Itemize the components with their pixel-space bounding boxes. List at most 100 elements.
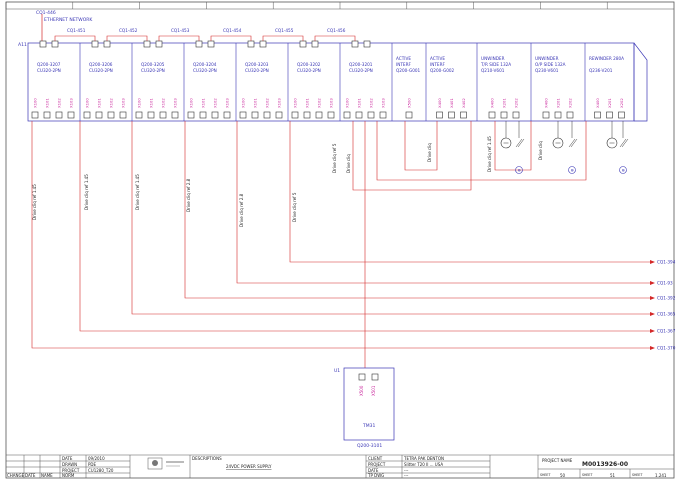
tb-drawn-label: DRAWN bbox=[62, 462, 77, 467]
port-label: X103 bbox=[225, 98, 230, 108]
ring-link bbox=[262, 35, 304, 41]
port-x100 bbox=[239, 111, 247, 119]
ring-label: CQ1-453 bbox=[171, 28, 190, 33]
port-label: X100 bbox=[293, 98, 298, 108]
port-label: X102 bbox=[57, 98, 62, 108]
drive-module-7: ACTIVEINTERFQ200-G001 X500 bbox=[396, 43, 427, 121]
rack-frame bbox=[27, 42, 635, 122]
drive-module-1: Q200-3206CU320-2PN X100 X101 X102 X103 bbox=[83, 40, 133, 121]
port-x201 bbox=[554, 111, 562, 119]
port-label: X102 bbox=[109, 98, 114, 108]
port-label: X201 bbox=[607, 98, 612, 108]
drive-cliq-label: Drive cliq ref 1.45 bbox=[84, 174, 89, 210]
module-type: CU320-2PN bbox=[141, 68, 165, 73]
drive-module-9: UNWINDERT/R SIDE 132AQ210-V601 X400 X201 X2… bbox=[480, 43, 532, 121]
port-label: X201 bbox=[502, 98, 507, 108]
module-type: CU320-2PN bbox=[89, 68, 113, 73]
drive-module-6: Q200-3201CU320-2PN X100 X101 X102 X103 bbox=[343, 40, 393, 121]
module-code: Q200-G001 bbox=[396, 68, 421, 73]
port-label: X103 bbox=[381, 98, 386, 108]
port-x102 bbox=[315, 111, 323, 119]
port-label: X100 bbox=[33, 98, 38, 108]
arrow-icon bbox=[650, 329, 655, 333]
tb-sheet-label: SHEET bbox=[540, 473, 550, 477]
port-p2 bbox=[311, 40, 319, 48]
port-label: X101 bbox=[357, 98, 362, 108]
port-p1 bbox=[91, 40, 99, 48]
port-p2 bbox=[207, 40, 215, 48]
tb-sheet2-label: SHEET bbox=[582, 473, 592, 477]
top-ref-label: CQ1-446 bbox=[36, 10, 56, 16]
port-label: X102 bbox=[317, 98, 322, 108]
port-x102 bbox=[107, 111, 115, 119]
port-x100 bbox=[343, 111, 351, 119]
cross-ref-label: CQ1-93 bbox=[657, 281, 673, 286]
port-p1 bbox=[39, 40, 47, 48]
tb-sheet2-value: 51 bbox=[610, 473, 616, 478]
drive-cliq-label: Drive cliq ref 5 bbox=[332, 143, 337, 173]
port-label: X202 bbox=[514, 98, 519, 108]
port-x400 bbox=[542, 111, 550, 119]
module-code: Q236-V201 bbox=[589, 68, 613, 73]
encoder-glyph: ⊗ bbox=[518, 168, 521, 173]
port-label: X100 bbox=[137, 98, 142, 108]
port-label: X101 bbox=[97, 98, 102, 108]
tb-drawn-value: PDE bbox=[88, 462, 96, 467]
port-label: X100 bbox=[85, 98, 90, 108]
port-x202 bbox=[512, 111, 520, 119]
port-x101 bbox=[147, 111, 155, 119]
module-name-2: T/R SIDE 132A bbox=[480, 62, 511, 67]
drive-cliq-wire bbox=[184, 121, 650, 299]
wiring: Drive cliq ref 1.45 Drive cliq ref 1.45 Dr… bbox=[31, 121, 650, 368]
port-label: X102 bbox=[265, 98, 270, 108]
module-name-2: O/P SIDE 132A bbox=[535, 62, 566, 67]
port-label: X103 bbox=[121, 98, 126, 108]
port-label: X201 bbox=[556, 98, 561, 108]
ring-link bbox=[158, 35, 200, 41]
port-label: X102 bbox=[161, 98, 166, 108]
tb-sheet-value: 50 bbox=[560, 473, 566, 478]
unwinder-wire bbox=[494, 121, 532, 171]
port-x101 bbox=[43, 111, 51, 119]
port-label: X100 bbox=[345, 98, 350, 108]
port-label: X103 bbox=[329, 98, 334, 108]
port-x202 bbox=[618, 111, 625, 119]
module-code: Q210-V601 bbox=[481, 68, 505, 73]
module-name-1: UNWINDER bbox=[481, 56, 505, 61]
tb-tpdwg-label: TP DWG bbox=[367, 473, 384, 478]
port-x100 bbox=[31, 111, 39, 119]
port-label: X102 bbox=[369, 98, 374, 108]
port-label: X401 bbox=[449, 98, 454, 108]
tm-unit-ref: U1 bbox=[334, 368, 340, 374]
port-x202 bbox=[566, 111, 574, 119]
tb-tpdwg-value: --- bbox=[404, 473, 409, 478]
interf-wire bbox=[404, 121, 438, 171]
drive-module-5: Q200-3202CU320-2PN X100 X101 X102 X103 bbox=[291, 40, 341, 121]
port-x103 bbox=[223, 111, 231, 119]
tb-project2-label: PROJECT bbox=[368, 462, 386, 467]
port-x103 bbox=[275, 111, 283, 119]
port-label: X400 bbox=[437, 98, 442, 108]
module-name: Q200-3207 bbox=[37, 62, 61, 67]
module-code: Q200-G002 bbox=[430, 68, 455, 73]
port-label: X202 bbox=[619, 98, 624, 108]
port-label: X101 bbox=[149, 98, 154, 108]
drive-module-2: Q200-3205CU320-2PN X100 X101 X102 X103 bbox=[135, 40, 185, 121]
port-x103 bbox=[379, 111, 387, 119]
drive-cliq-label: Drive cliq bbox=[427, 143, 432, 162]
port-p1 bbox=[143, 40, 151, 48]
loop-wire bbox=[352, 121, 472, 191]
port-x401 bbox=[448, 111, 455, 119]
port-label: X202 bbox=[568, 98, 573, 108]
port-x400 bbox=[594, 111, 601, 119]
ring-link bbox=[210, 35, 252, 41]
port-x201 bbox=[606, 111, 613, 119]
port-x102 bbox=[211, 111, 219, 119]
tb-change-label: CHANGE bbox=[7, 473, 25, 478]
port-x201 bbox=[500, 111, 508, 119]
drive-cliq-label: Drive cliq ref 1.45 bbox=[32, 184, 37, 220]
tb-project2-value: Slitter T20 II ... USA bbox=[404, 462, 443, 467]
tb-name-label: NAME bbox=[41, 473, 53, 478]
module-name-2: INTERF bbox=[396, 62, 411, 67]
port-x101 bbox=[199, 111, 207, 119]
